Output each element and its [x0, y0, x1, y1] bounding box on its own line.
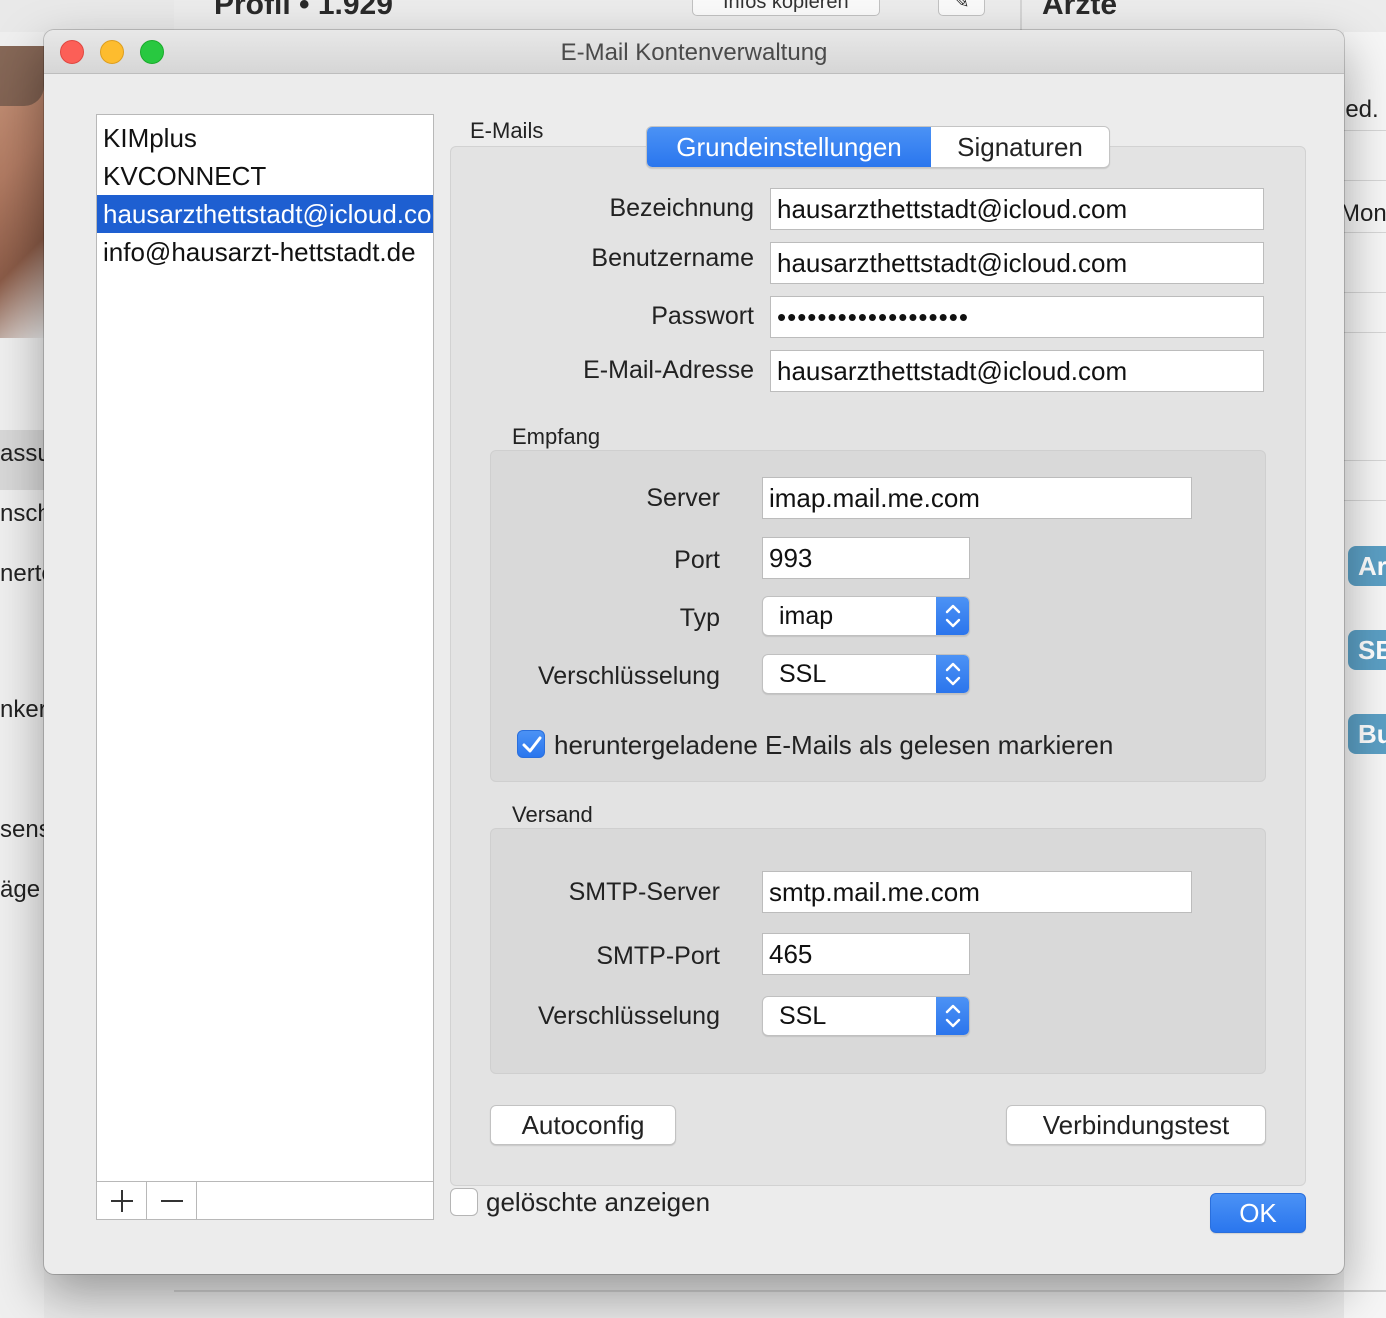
incoming-encryption-value: SSL — [779, 660, 827, 688]
background-row-divider — [1344, 500, 1386, 501]
window-title: E-Mail Kontenverwaltung — [560, 39, 828, 66]
background-edit-button[interactable]: ✎ — [938, 0, 985, 16]
mark-read-label[interactable]: heruntergeladene E-Mails als gelesen mar… — [554, 730, 1113, 761]
account-item-icloud[interactable]: hausarzthettstadt@icloud.com — [97, 195, 433, 233]
background-bottom-divider — [174, 1290, 1386, 1292]
background-divider — [1020, 0, 1022, 32]
email-adresse-label: E-Mail-Adresse — [583, 356, 754, 384]
outgoing-encryption-arrow — [936, 997, 969, 1035]
email-account-dialog: E-Mail Kontenverwaltung KIMplus KVCONNEC… — [44, 30, 1344, 1274]
tab-signaturen[interactable]: Signaturen — [931, 127, 1109, 167]
bezeichnung-field[interactable]: hausarzthettstadt@icloud.com — [770, 188, 1264, 230]
ok-button[interactable]: OK — [1210, 1193, 1306, 1233]
checkmark-icon — [522, 736, 542, 753]
mark-read-checkbox[interactable] — [517, 730, 545, 758]
benutzername-field[interactable]: hausarzthettstadt@icloud.com — [770, 242, 1264, 284]
type-select-arrow — [936, 597, 969, 635]
remove-account-button[interactable] — [147, 1182, 197, 1220]
background-section-title: Ärzte — [1042, 0, 1118, 21]
background-row-divider — [1344, 460, 1386, 461]
incoming-encryption-select[interactable]: SSL — [762, 654, 970, 694]
incoming-server-field[interactable]: imap.mail.me.com — [762, 477, 1192, 519]
updown-chevron-icon — [945, 604, 961, 628]
pencil-icon: ✎ — [953, 0, 970, 13]
outgoing-encryption-select[interactable]: SSL — [762, 996, 970, 1036]
background-sidebar-item[interactable]: assu — [0, 440, 44, 468]
background-row-divider — [1344, 332, 1386, 333]
avatar-detail — [0, 46, 44, 106]
account-list[interactable]: KIMplus KVCONNECT hausarzthettstadt@iclo… — [96, 114, 434, 1220]
email-address-field[interactable]: hausarzthettstadt@icloud.com — [770, 350, 1264, 392]
account-item-kimplus[interactable]: KIMplus — [97, 119, 433, 157]
background-badge[interactable]: SE — [1348, 630, 1386, 670]
smtp-port-field[interactable]: 465 — [762, 933, 970, 975]
benutzername-label: Benutzername — [591, 244, 754, 272]
background-profile-title: Profil • 1.929 — [214, 0, 393, 21]
background-sidebar-item[interactable]: äge — [0, 876, 44, 904]
background-badge[interactable]: Bu — [1348, 714, 1386, 754]
empfang-verschluesselung-label: Verschlüsselung — [537, 662, 720, 690]
add-account-button[interactable] — [97, 1182, 147, 1220]
passwort-label: Passwort — [651, 302, 754, 330]
show-deleted-checkbox[interactable] — [450, 1188, 478, 1216]
minus-icon — [160, 1200, 183, 1202]
type-select[interactable]: imap — [762, 596, 970, 636]
smtp-server-field[interactable]: smtp.mail.me.com — [762, 871, 1192, 913]
background-badge[interactable]: Ar — [1348, 546, 1386, 586]
smtp-server-label: SMTP-Server — [568, 878, 720, 906]
port-label: Port — [674, 546, 720, 574]
typ-label: Typ — [679, 604, 720, 632]
server-label: Server — [646, 484, 720, 512]
background-sidebar-item[interactable]: sens — [0, 816, 44, 844]
updown-chevron-icon — [945, 1004, 961, 1028]
background-row-divider — [1344, 130, 1386, 131]
background-row-divider — [1344, 232, 1386, 233]
smtp-port-label: SMTP-Port — [596, 942, 720, 970]
background-sidebar-item[interactable]: nker — [0, 696, 44, 724]
versand-group-label: Versand — [512, 802, 593, 827]
incoming-encryption-arrow — [936, 655, 969, 693]
incoming-port-field[interactable]: 993 — [762, 537, 970, 579]
plus-icon — [110, 1190, 133, 1212]
updown-chevron-icon — [945, 662, 961, 686]
background-copy-info-button[interactable]: Infos kopieren — [692, 0, 880, 16]
list-toolbar — [97, 1181, 433, 1220]
show-deleted-label[interactable]: gelöschte anzeigen — [486, 1187, 710, 1218]
account-item-kvconnect[interactable]: KVCONNECT — [97, 157, 433, 195]
background-sidebar-item[interactable]: nsch — [0, 500, 44, 528]
outgoing-encryption-value: SSL — [779, 1002, 827, 1030]
background-row-divider — [1344, 180, 1386, 181]
empfang-group-label: Empfang — [512, 424, 601, 449]
bezeichnung-label: Bezeichnung — [609, 194, 754, 222]
tab-grundeinstellungen[interactable]: Grundeinstellungen — [647, 127, 931, 167]
autoconfig-button[interactable]: Autoconfig — [490, 1105, 676, 1145]
connection-test-button[interactable]: Verbindungstest — [1006, 1105, 1266, 1145]
background-right-text: ied. — [1340, 96, 1379, 123]
account-item-hausarzt[interactable]: info@hausarzt-hettstadt.de — [97, 233, 433, 271]
emails-group-label: E-Mails — [470, 118, 544, 143]
password-field[interactable]: ••••••••••••••••••• — [770, 296, 1264, 338]
title-bar[interactable]: E-Mail Kontenverwaltung — [44, 30, 1344, 74]
versand-verschluesselung-label: Verschlüsselung — [537, 1002, 720, 1030]
background-right-text: Moni — [1340, 200, 1386, 227]
settings-tab-control: Grundeinstellungen Signaturen — [646, 126, 1110, 168]
background-sidebar-item[interactable]: nerte — [0, 560, 44, 588]
type-select-value: imap — [779, 602, 834, 630]
background-row-divider — [1344, 292, 1386, 293]
